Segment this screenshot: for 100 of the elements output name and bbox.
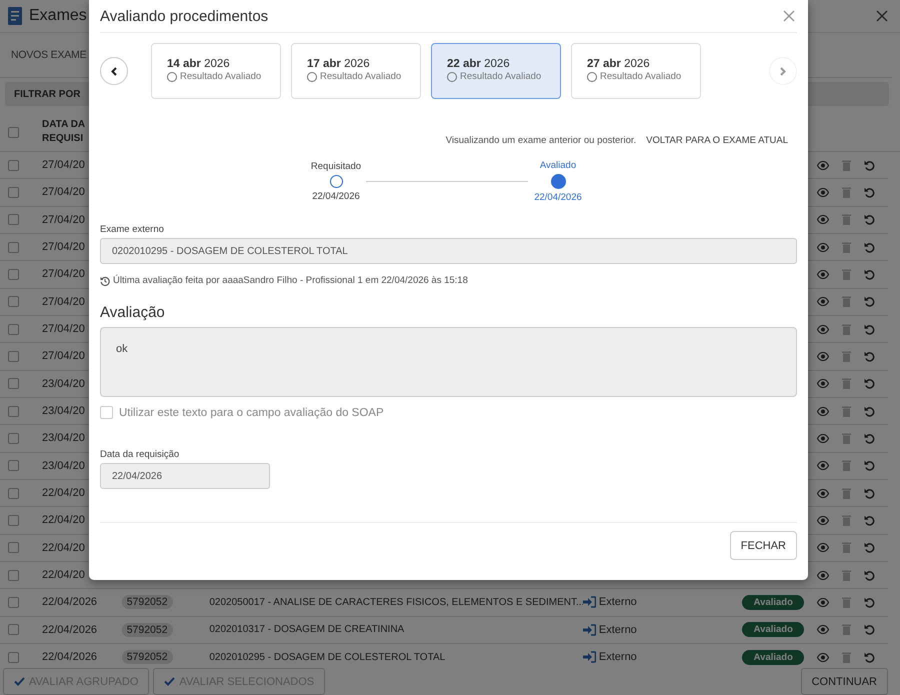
undo-icon[interactable] bbox=[864, 160, 875, 171]
trash-icon[interactable] bbox=[842, 542, 851, 554]
select-all-checkbox[interactable] bbox=[8, 126, 19, 138]
trash-icon[interactable] bbox=[842, 350, 851, 362]
trash-icon[interactable] bbox=[842, 324, 851, 335]
eye-icon[interactable] bbox=[816, 270, 829, 279]
trash-icon[interactable] bbox=[842, 160, 851, 171]
undo-icon[interactable] bbox=[864, 596, 875, 608]
row-checkbox[interactable] bbox=[8, 460, 19, 472]
card-date: 14 abr 2026 bbox=[167, 57, 231, 71]
eye-icon[interactable] bbox=[816, 570, 829, 580]
row-checkbox[interactable] bbox=[8, 596, 19, 608]
soap-checkbox[interactable] bbox=[100, 406, 113, 419]
trash-icon[interactable] bbox=[842, 570, 851, 581]
eye-icon[interactable] bbox=[816, 543, 829, 552]
row-checkbox[interactable] bbox=[8, 624, 19, 636]
row-checkbox[interactable] bbox=[8, 160, 19, 171]
eye-icon[interactable] bbox=[816, 379, 829, 388]
eye-icon[interactable] bbox=[816, 598, 829, 607]
step-label: Requisitado bbox=[310, 161, 362, 172]
undo-icon[interactable] bbox=[864, 488, 875, 499]
eye-icon[interactable] bbox=[816, 215, 829, 224]
row-checkbox[interactable] bbox=[8, 570, 19, 581]
date-card[interactable]: 27 abr 2026 Resultado Avaliado bbox=[571, 43, 701, 99]
trash-icon[interactable] bbox=[842, 242, 851, 253]
previous-button[interactable] bbox=[100, 57, 128, 85]
undo-icon[interactable] bbox=[864, 268, 875, 280]
eye-icon[interactable] bbox=[816, 242, 829, 252]
row-checkbox[interactable] bbox=[8, 268, 19, 280]
row-checkbox[interactable] bbox=[8, 242, 19, 253]
eye-icon[interactable] bbox=[816, 652, 829, 662]
undo-icon[interactable] bbox=[864, 432, 875, 444]
trash-icon[interactable] bbox=[842, 268, 851, 280]
trash-icon[interactable] bbox=[842, 214, 851, 226]
date-card[interactable]: 22 abr 2026 Resultado Avaliado bbox=[431, 43, 561, 99]
date-cell: 22/04/2026 bbox=[42, 651, 98, 664]
continue-button[interactable]: CONTINUAR bbox=[800, 668, 888, 695]
undo-icon[interactable] bbox=[864, 350, 875, 362]
row-checkbox[interactable] bbox=[8, 296, 19, 308]
undo-icon[interactable] bbox=[864, 378, 875, 390]
undo-icon[interactable] bbox=[864, 514, 875, 526]
date-field[interactable]: 22/04/2026 bbox=[100, 463, 270, 489]
trash-icon[interactable] bbox=[842, 186, 851, 198]
row-checkbox[interactable] bbox=[8, 488, 19, 499]
back-link[interactable]: VOLTAR PARA O EXAME ATUAL bbox=[646, 135, 788, 146]
date-card[interactable]: 14 abr 2026 Resultado Avaliado bbox=[151, 43, 281, 99]
close-button[interactable] bbox=[781, 8, 797, 24]
eye-icon[interactable] bbox=[816, 188, 829, 197]
eye-icon[interactable] bbox=[816, 406, 829, 416]
eye-icon[interactable] bbox=[816, 352, 829, 361]
description-cell-text: 0202010295 - DOSAGEM DE COLESTEROL TOTAL bbox=[209, 652, 446, 663]
undo-icon[interactable] bbox=[864, 460, 875, 472]
trash-icon[interactable] bbox=[842, 652, 851, 663]
evaluation-field[interactable]: ok bbox=[100, 327, 797, 397]
trash-icon[interactable] bbox=[842, 488, 851, 499]
row-checkbox[interactable] bbox=[8, 350, 19, 362]
close-button[interactable]: FECHAR bbox=[730, 531, 797, 560]
trash-icon[interactable] bbox=[842, 296, 851, 308]
trash-icon[interactable] bbox=[842, 624, 851, 636]
date-card[interactable]: 17 abr 2026 Resultado Avaliado bbox=[291, 43, 421, 99]
undo-icon[interactable] bbox=[864, 186, 875, 198]
trash-icon[interactable] bbox=[842, 596, 851, 608]
undo-icon[interactable] bbox=[864, 652, 875, 663]
undo-icon[interactable] bbox=[864, 624, 875, 636]
eye-icon[interactable] bbox=[816, 488, 829, 498]
eye-icon[interactable] bbox=[816, 324, 829, 334]
trash-icon[interactable] bbox=[842, 406, 851, 417]
undo-icon[interactable] bbox=[864, 324, 875, 335]
exam-field[interactable]: 0202010295 - DOSAGEM DE COLESTEROL TOTAL bbox=[100, 238, 797, 264]
eye-icon[interactable] bbox=[816, 297, 829, 306]
tab[interactable]: NOVOS EXAME bbox=[11, 49, 86, 61]
row-checkbox[interactable] bbox=[8, 652, 19, 663]
code-tag: 5792052 bbox=[122, 595, 173, 610]
eye-icon[interactable] bbox=[816, 625, 829, 634]
row-checkbox[interactable] bbox=[8, 542, 19, 554]
card-date: 22 abr 2026 bbox=[447, 57, 511, 71]
undo-icon[interactable] bbox=[864, 570, 875, 581]
undo-icon[interactable] bbox=[864, 406, 875, 417]
row-checkbox[interactable] bbox=[8, 214, 19, 226]
row-checkbox[interactable] bbox=[8, 324, 19, 335]
eye-icon[interactable] bbox=[816, 434, 829, 443]
row-checkbox[interactable] bbox=[8, 432, 19, 444]
close-icon[interactable] bbox=[876, 10, 888, 22]
row-checkbox[interactable] bbox=[8, 378, 19, 390]
trash-icon[interactable] bbox=[842, 514, 851, 526]
eye-icon[interactable] bbox=[816, 516, 829, 525]
trash-icon[interactable] bbox=[842, 378, 851, 390]
row-checkbox[interactable] bbox=[8, 406, 19, 417]
eye-icon[interactable] bbox=[816, 160, 829, 170]
status-text: Resultado Avaliado bbox=[320, 71, 402, 82]
undo-icon[interactable] bbox=[864, 242, 875, 253]
row-checkbox[interactable] bbox=[8, 514, 19, 526]
eye-icon[interactable] bbox=[816, 461, 829, 470]
undo-icon[interactable] bbox=[864, 296, 875, 308]
trash-icon[interactable] bbox=[842, 432, 851, 444]
status-badge: Avaliado bbox=[742, 650, 804, 665]
trash-icon[interactable] bbox=[842, 460, 851, 472]
undo-icon[interactable] bbox=[864, 214, 875, 226]
undo-icon[interactable] bbox=[864, 542, 875, 554]
row-checkbox[interactable] bbox=[8, 186, 19, 198]
